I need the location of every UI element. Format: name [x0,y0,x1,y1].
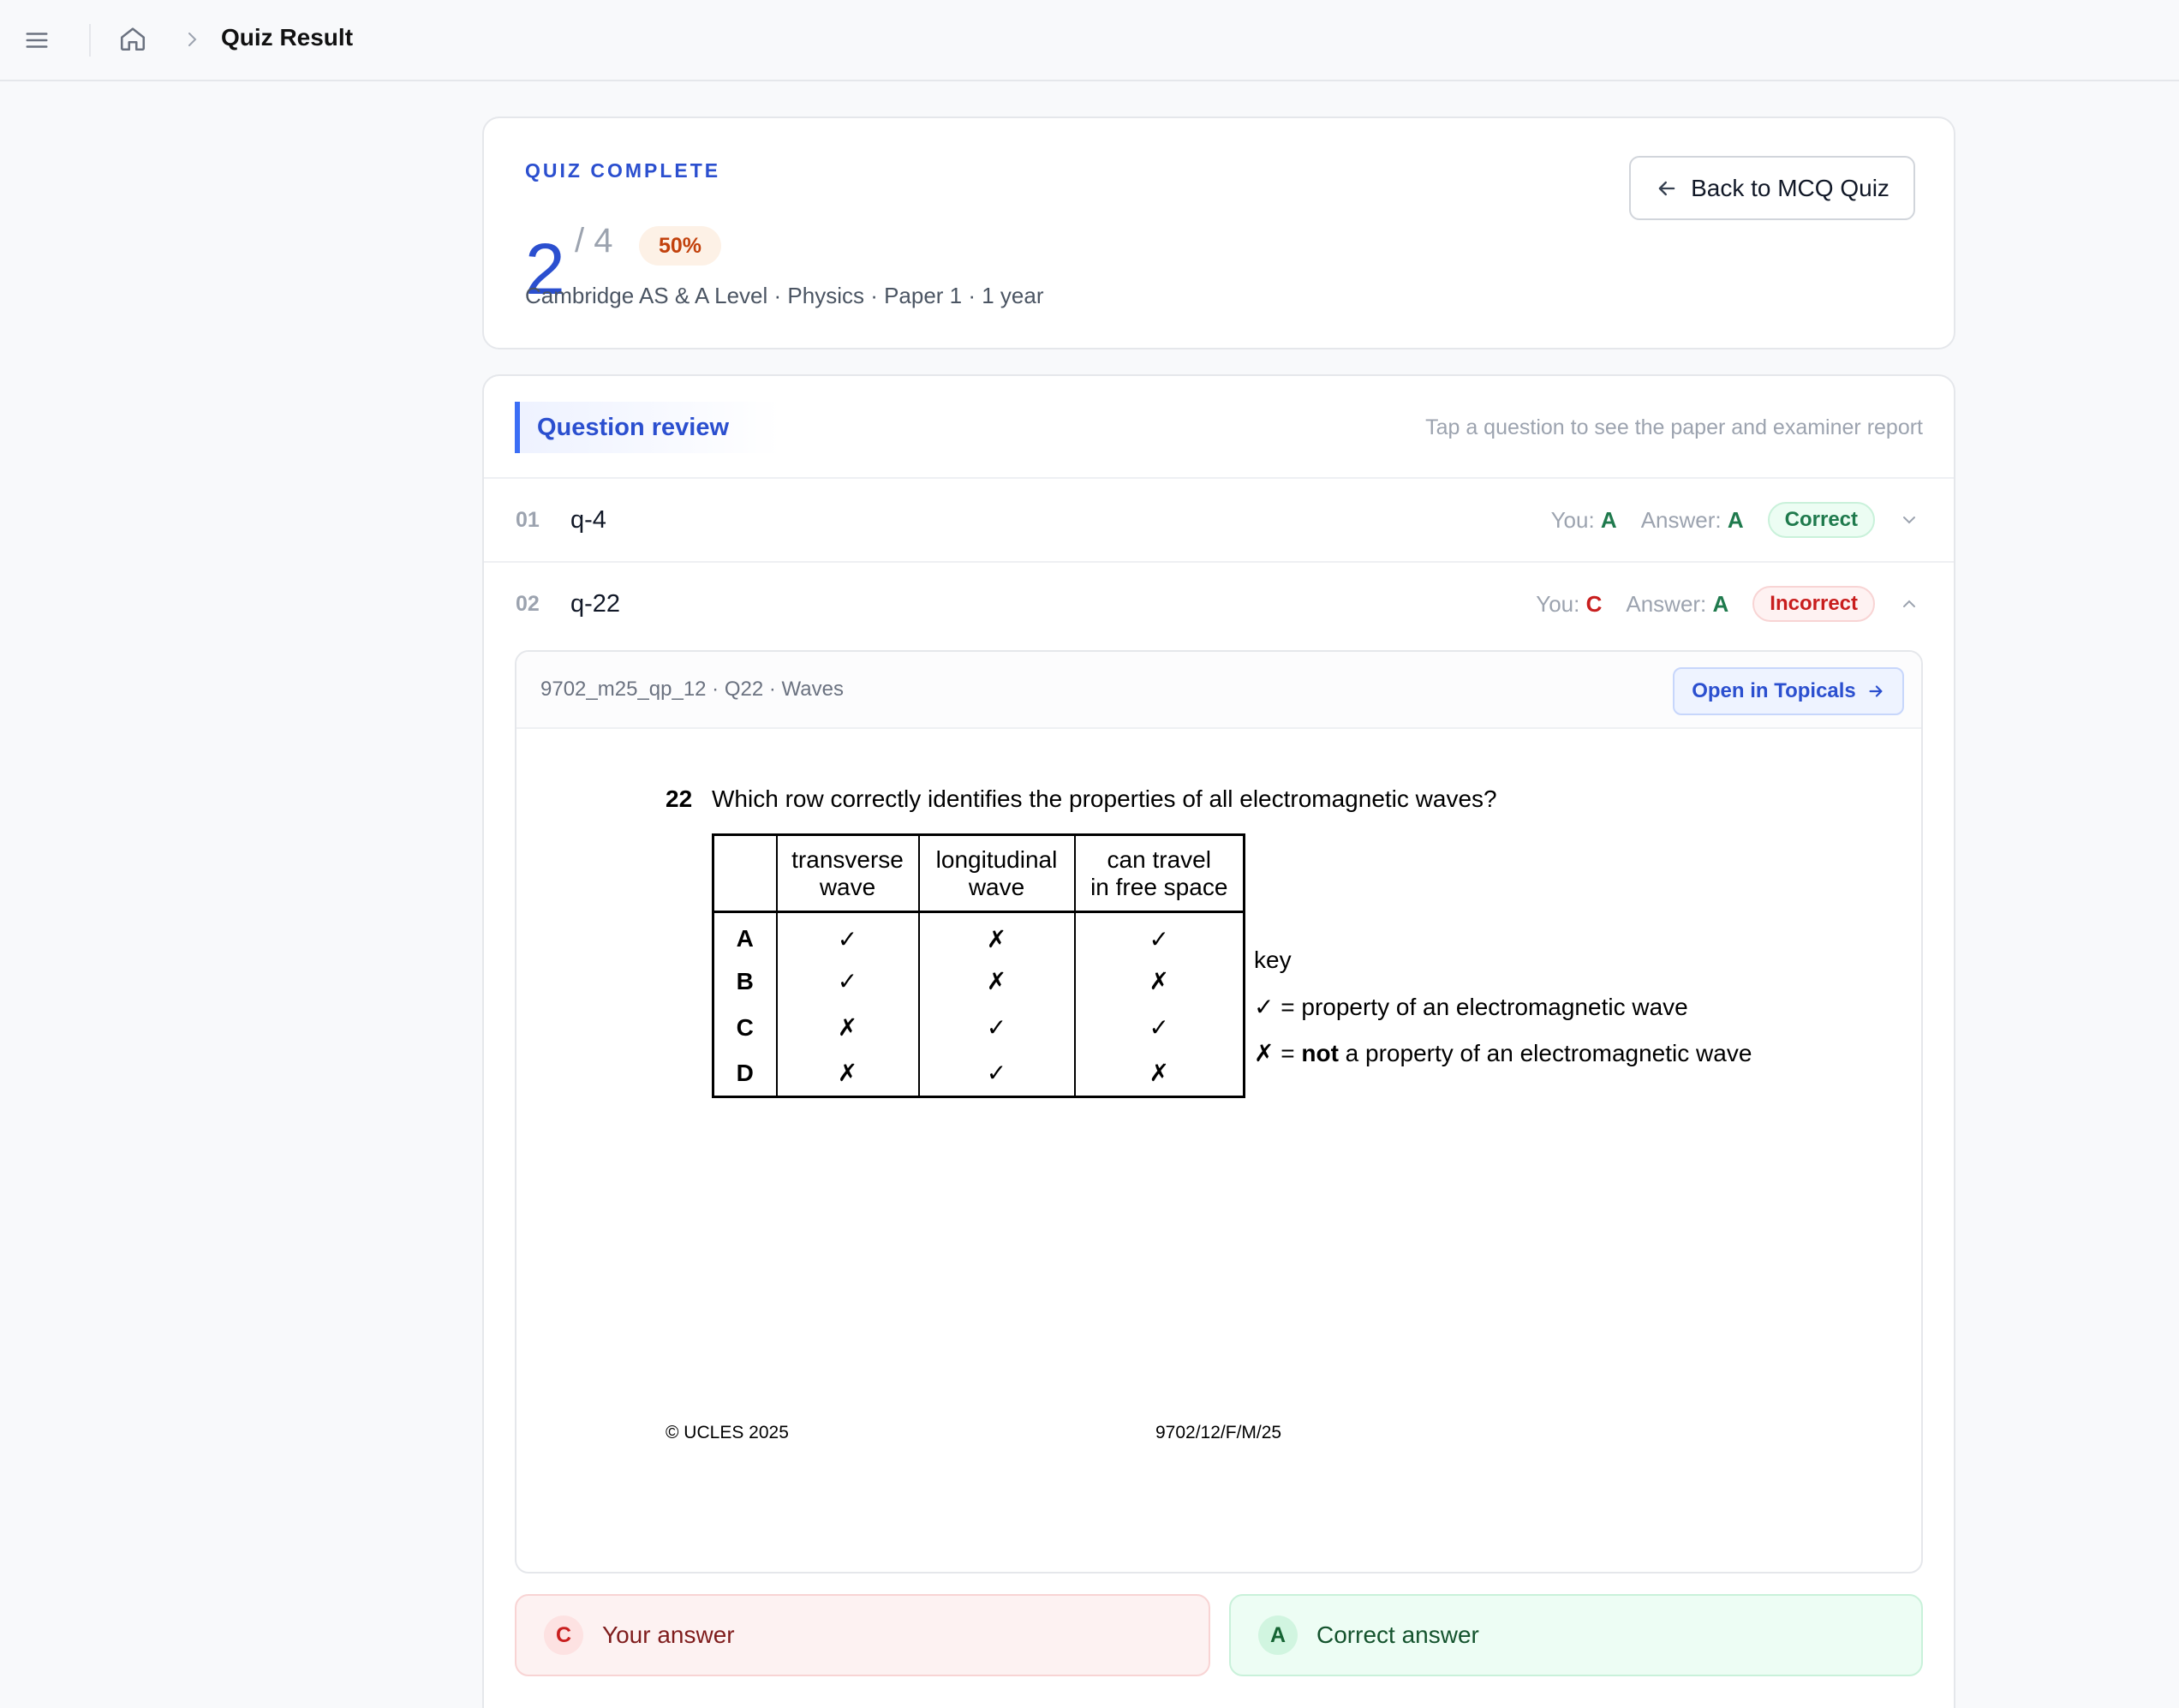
column-header: transverse wave [775,834,919,913]
status-badge: Incorrect [1752,586,1875,622]
header-line: can travel [1107,845,1211,873]
column-header: can travel in free space [1073,834,1245,913]
question-paper-image: 22 Which row correctly identifies the pr… [516,729,1921,1572]
quiz-complete-label: QUIZ COMPLETE [525,159,721,182]
answer-label: Answer: [1626,590,1707,617]
status-badge: Correct [1767,502,1875,538]
paper-question-text: Which row correctly identifies the prope… [712,785,1497,812]
table-corner [713,834,777,913]
open-button-label: Open in Topicals [1692,679,1856,702]
question-result: You: A Answer: A Correct [1551,501,1919,539]
header-line: wave [968,873,1025,900]
table-row: B ✓ ✗ ✗ [713,958,1245,1005]
key-tick: ✓ = property of an electromagnetic wave [1254,994,1688,1020]
chevron-down-icon[interactable] [1899,510,1919,530]
answer-options-table: transverse wave longitudinal wave can trav… [712,833,1245,1098]
answer-letter: A [1727,506,1744,533]
chevron-up-icon[interactable] [1899,594,1919,614]
answer-label: Answer: [1640,506,1722,533]
percent-badge: 50% [639,226,721,266]
back-button-label: Back to MCQ Quiz [1691,174,1889,201]
your-choice-letter: A [1600,506,1617,533]
row-label: C [736,1013,754,1041]
table-cell: ✓ [917,1004,1075,1051]
table-row: C ✗ ✓ ✓ [713,1004,1245,1051]
key-cross-emphasis: not [1301,1040,1339,1066]
table-cell: ✗ [1073,958,1245,1005]
back-to-quiz-button[interactable]: Back to MCQ Quiz [1629,156,1915,220]
paper-code: 9702/12/F/M/25 [1155,1423,1282,1442]
correct-answer-label: Correct answer [1316,1621,1479,1648]
header-line: longitudinal [935,845,1058,873]
table-cell: ✗ [917,911,1075,959]
score-total: / 4 [575,222,613,260]
question-row[interactable]: 02 q-22 You: C Answer: A Incorrect [484,563,1954,645]
question-id: q-4 [570,506,606,534]
question-number: 01 [516,508,540,532]
your-choice-letter: C [1585,590,1603,617]
paper-question-number: 22 [666,785,693,812]
arrow-left-icon [1658,181,1675,195]
menu-icon[interactable] [24,27,50,53]
quiz-summary-card: QUIZ COMPLETE 2 / 4 50% Cambridge AS & A… [482,116,1955,349]
header-line: in free space [1090,873,1228,900]
table-cell: ✗ [775,1004,919,1051]
header-line: wave [819,873,876,900]
question-number: 02 [516,592,540,616]
open-in-topicals-button[interactable]: Open in Topicals [1673,667,1904,715]
table-cell: ✓ [1073,1004,1245,1051]
key-cross-text: a property of an electromagnetic wave [1338,1040,1752,1066]
header-line: transverse [791,845,904,873]
paper-copyright: © UCLES 2025 [666,1423,789,1442]
question-review-card: Question review Tap a question to see th… [482,374,1955,1708]
table-cell: ✓ [775,958,919,1005]
table-cell: ✗ [1073,1050,1245,1097]
home-icon[interactable] [118,24,147,53]
answer-letter: A [1712,590,1729,617]
row-label: D [736,1059,754,1086]
row-label: B [736,967,754,994]
review-heading: Question review [515,402,780,453]
your-answer-letter: C [544,1615,583,1655]
paper-reference: 9702_m25_qp_12 · Q22 · Waves [540,678,844,701]
column-header: longitudinal wave [917,834,1075,913]
answer-key: Answer: A [1641,507,1744,534]
table-cell: ✓ [1073,911,1245,959]
question-row[interactable]: 01 q-4 You: A Answer: A Correct [484,479,1954,561]
your-answer-label: Your answer [602,1621,735,1648]
your-choice: You: A [1551,507,1617,534]
key-cross: ✗ = not a property of an electromagnetic… [1254,1039,1752,1067]
key-title: key [1254,947,1292,973]
table-cell: ✗ [917,958,1075,1005]
review-title: Question review [537,414,730,441]
row-label: A [736,925,754,953]
table-cell: ✓ [775,911,919,959]
arrow-right-icon [1869,685,1883,697]
table-row: A ✓ ✗ ✓ [713,911,1245,959]
your-answer-card: C Your answer [515,1594,1210,1676]
question-detail-panel: 9702_m25_qp_12 · Q22 · Waves Open in Top… [515,650,1923,1574]
correct-answer-card: A Correct answer [1229,1594,1923,1676]
quiz-meta: Cambridge AS & A Level · Physics · Paper… [525,283,1044,308]
your-choice-label: You: [1550,506,1595,533]
table-cell: ✓ [917,1050,1075,1097]
chevron-right-icon [188,33,197,46]
breadcrumb-current: Quiz Result [221,24,354,51]
question-result: You: C Answer: A Incorrect [1536,585,1919,623]
table-row: D ✗ ✓ ✗ [713,1050,1245,1097]
top-bar: Quiz Result [0,0,2179,81]
divider [89,24,91,57]
review-hint: Tap a question to see the paper and exam… [1425,415,1923,439]
your-choice-label: You: [1536,590,1580,617]
table-cell: ✗ [775,1050,919,1097]
key-cross-symbol: ✗ = [1254,1040,1302,1066]
detail-header: 9702_m25_qp_12 · Q22 · Waves Open in Top… [516,652,1921,729]
your-choice: You: C [1536,591,1602,618]
answer-key: Answer: A [1626,591,1728,618]
question-id: q-22 [570,590,621,618]
correct-answer-letter: A [1258,1615,1298,1655]
